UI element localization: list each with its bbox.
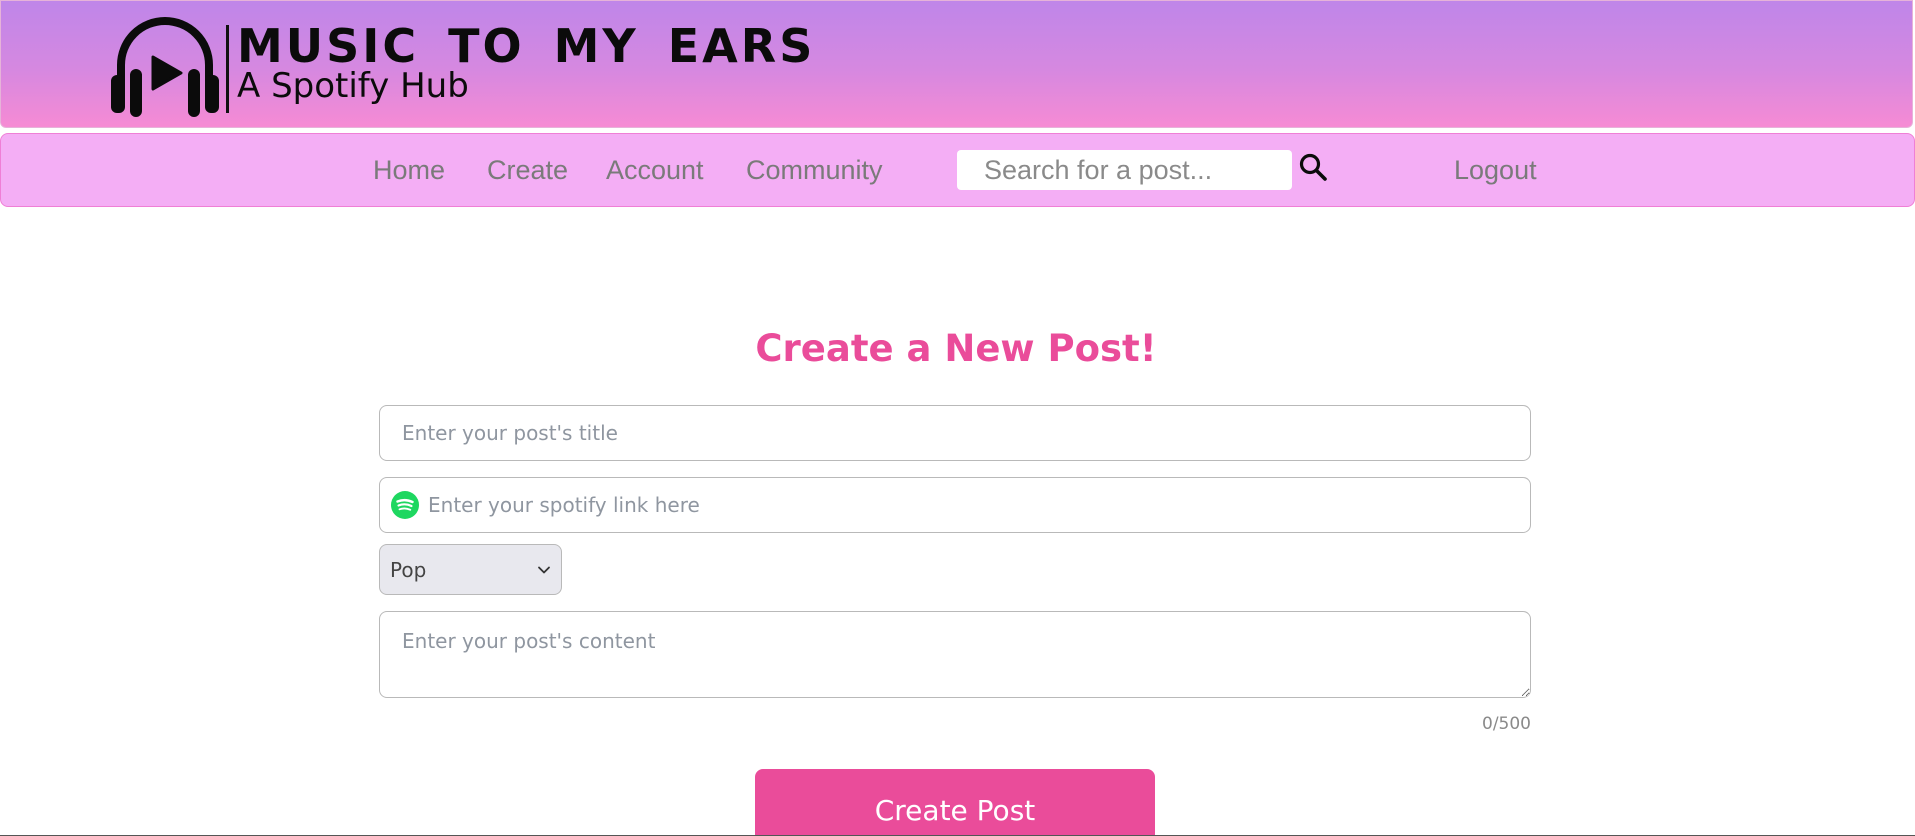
spotify-link-input[interactable] [379, 477, 1531, 533]
headphones-play-icon [111, 17, 219, 117]
page: MUSIC TO MY EARS A Spotify Hub Home Crea… [0, 0, 1915, 836]
header-banner: MUSIC TO MY EARS A Spotify Hub [0, 0, 1913, 128]
create-post-button[interactable]: Create Post [755, 769, 1155, 836]
nav-community-link[interactable]: Community [746, 153, 883, 187]
nav-bar: Home Create Account Community Logout [0, 133, 1915, 207]
nav-create-link[interactable]: Create [487, 153, 568, 187]
magnifier-icon[interactable] [1298, 152, 1328, 182]
nav-logout-link[interactable]: Logout [1454, 153, 1537, 187]
site-subtitle: A Spotify Hub [237, 66, 469, 106]
spotify-icon [391, 491, 419, 519]
post-content-textarea[interactable] [379, 611, 1531, 698]
genre-select[interactable]: Pop [379, 544, 562, 595]
post-title-input[interactable] [379, 405, 1531, 461]
page-title: Create a New Post! [755, 327, 1157, 370]
character-counter: 0/500 [1482, 714, 1531, 734]
search-input[interactable] [957, 150, 1292, 190]
nav-home-link[interactable]: Home [373, 153, 445, 187]
chevron-down-icon [538, 566, 550, 574]
genre-selected-value: Pop [390, 558, 427, 582]
nav-account-link[interactable]: Account [606, 153, 704, 187]
logo-divider [226, 25, 229, 113]
